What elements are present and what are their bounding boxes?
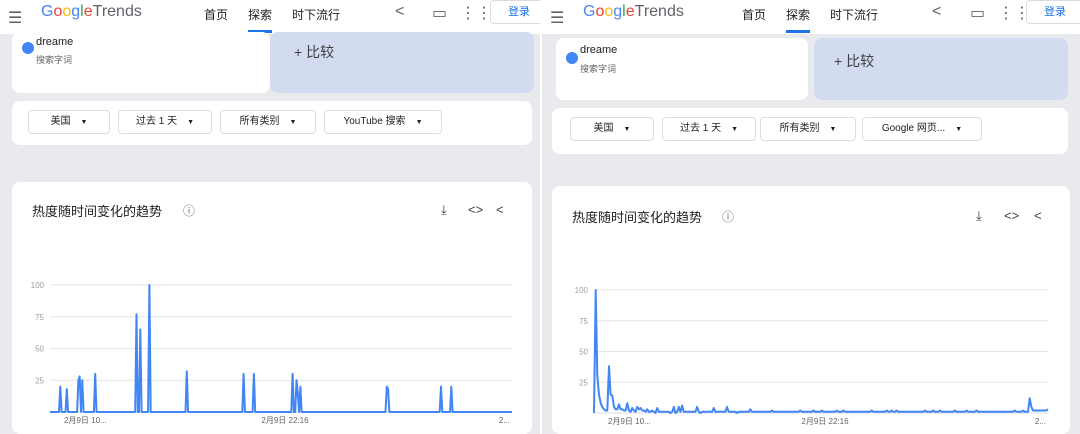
right-screenshot-panel: ☰ GoogleTrends 首页 探索 时下流行 < ▭ ⋮⋮ 登录 drea… [540,0,1080,434]
trend-chart: 100 75 50 25 2月9日 10... 2月9日 22:16 2... [31,281,512,425]
left-screenshot-panel: ☰ GoogleTrends 首页 探索 时下流行 < ▭ ⋮⋮ 登录 drea… [0,0,540,434]
x-tick-label: 2月9日 22:16 [801,417,849,426]
y-tick-label: 50 [579,348,588,357]
y-tick-label: 25 [579,378,588,387]
y-tick-label: 25 [35,376,44,385]
y-tick-label: 100 [31,281,45,290]
x-tick-label: 2月9日 22:16 [261,416,309,425]
y-tick-label: 50 [35,345,44,354]
y-tick-label: 100 [575,286,589,295]
x-tick-label: 2... [1035,417,1046,426]
x-tick-label: 2... [499,416,510,425]
y-tick-label: 75 [35,313,44,322]
x-tick-label: 2月9日 10... [64,416,107,425]
trend-chart: 100 75 50 25 2月9日 10... 2月9日 22:16 2... [575,286,1049,426]
y-tick-label: 75 [579,317,588,326]
x-tick-label: 2月9日 10... [608,417,651,426]
